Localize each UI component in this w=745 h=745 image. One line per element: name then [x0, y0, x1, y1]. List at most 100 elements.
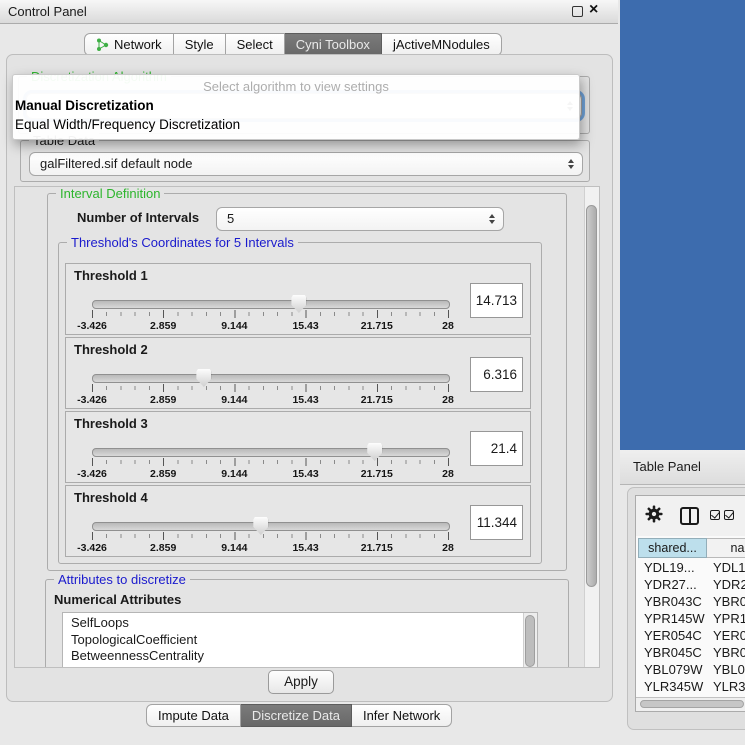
column-header-name[interactable]: na	[707, 538, 745, 558]
tick-label: 28	[442, 468, 454, 480]
group-legend: Interval Definition	[56, 186, 164, 201]
table-header-row: shared... na	[638, 538, 745, 558]
table-row[interactable]: YDL19...YDL1	[638, 559, 745, 576]
tick-label: 9.144	[221, 394, 247, 406]
attribute-list-item[interactable]: SelfLoops	[63, 615, 523, 632]
slider-scale: -3.4262.8599.14415.4321.71528	[92, 320, 448, 332]
table-data-group: Table Data galFiltered.sif default node	[20, 140, 590, 182]
panel-scrollbar[interactable]	[584, 187, 599, 667]
threshold-panel-1: Threshold 1 -3.4262.8599.14415.4321.7152…	[65, 263, 531, 335]
tab-label: Select	[237, 37, 273, 52]
table-row[interactable]: YBR043CYBR0	[638, 593, 745, 610]
attributes-to-discretize-group: Attributes to discretize Numerical Attri…	[45, 579, 569, 668]
screen: Control Panel × Network Style Select Cyn…	[0, 0, 745, 745]
tab-label: Impute Data	[158, 708, 229, 723]
number-of-intervals-combobox[interactable]: 5	[216, 207, 504, 231]
threshold-slider[interactable]	[92, 374, 450, 383]
columns-icon[interactable]	[680, 507, 699, 525]
tick-label: 28	[442, 394, 454, 406]
combobox-value: galFiltered.sif default node	[40, 153, 192, 175]
tick-label: 9.144	[221, 468, 247, 480]
tick-label: 28	[442, 320, 454, 332]
algorithm-dropdown-popup: Select algorithm to view settings Manual…	[12, 74, 580, 140]
table-row[interactable]: YPR145WYPR1	[638, 610, 745, 627]
threshold-value-field[interactable]: 21.4	[470, 431, 523, 466]
thresholds-group: Threshold's Coordinates for 5 Intervals …	[58, 242, 542, 564]
attribute-list-item[interactable]: TopologicalCoefficient	[63, 632, 523, 649]
threshold-label: Threshold 3	[74, 416, 148, 431]
apply-button[interactable]: Apply	[268, 670, 334, 694]
threshold-label: Threshold 1	[74, 268, 148, 283]
table-row[interactable]: YBR045CYBR0	[638, 644, 745, 661]
panel-scrollbar-thumb[interactable]	[586, 205, 597, 587]
tab-label: jActiveMNodules	[393, 37, 490, 52]
threshold-slider[interactable]	[92, 448, 450, 457]
tab-infer-network[interactable]: Infer Network	[352, 704, 452, 727]
attribute-list-item[interactable]: BetweennessCentrality	[63, 648, 523, 665]
float-window-icon[interactable]	[572, 6, 583, 17]
tick-label: -3.426	[77, 468, 107, 480]
top-tab-bar: Network Style Select Cyni Toolbox jActiv…	[84, 33, 502, 56]
stepper-icon	[568, 159, 574, 169]
dropdown-option-manual-discretization[interactable]: Manual Discretization	[15, 98, 154, 113]
tab-select[interactable]: Select	[226, 33, 285, 56]
tab-label: Discretize Data	[252, 708, 340, 723]
threshold-value-field[interactable]: 11.344	[470, 505, 523, 540]
tick-label: 28	[442, 542, 454, 554]
dropdown-option-equal-width-frequency[interactable]: Equal Width/Frequency Discretization	[15, 117, 240, 132]
tick-label: 15.43	[292, 394, 318, 406]
slider-major-ticks	[92, 532, 450, 540]
table-data-combobox[interactable]: galFiltered.sif default node	[29, 152, 583, 176]
tab-cyni-toolbox[interactable]: Cyni Toolbox	[285, 33, 382, 56]
tick-label: 15.43	[292, 542, 318, 554]
tab-label: Infer Network	[363, 708, 440, 723]
checkbox-icon[interactable]	[724, 510, 734, 520]
dropdown-hint: Select algorithm to view settings	[13, 79, 579, 94]
settings-scroll-panel: Interval Definition Number of Intervals …	[14, 186, 600, 668]
tick-label: 15.43	[292, 320, 318, 332]
threshold-value-field[interactable]: 6.316	[470, 357, 523, 392]
close-icon[interactable]: ×	[589, 1, 598, 19]
column-header-shared-name[interactable]: shared...	[638, 538, 707, 558]
slider-major-ticks	[92, 384, 450, 392]
list-scrollbar-thumb[interactable]	[525, 615, 535, 667]
combobox-value: 5	[227, 208, 234, 230]
threshold-label: Threshold 4	[74, 490, 148, 505]
slider-scale: -3.4262.8599.14415.4321.71528	[92, 468, 448, 480]
tick-label: -3.426	[77, 320, 107, 332]
tab-impute-data[interactable]: Impute Data	[146, 704, 241, 727]
threshold-slider[interactable]	[92, 522, 450, 531]
node-table: shared... na YDL19...YDL1YDR27...YDR2YBR…	[635, 495, 745, 712]
slider-scale: -3.4262.8599.14415.4321.71528	[92, 542, 448, 554]
table-panel-header: Table Panel	[620, 450, 745, 485]
table-h-scrollbar-thumb[interactable]	[640, 700, 744, 708]
control-panel-title: Control Panel	[8, 4, 87, 19]
table-row[interactable]: YDR27...YDR2	[638, 576, 745, 593]
tab-jactivemnodules[interactable]: jActiveMNodules	[382, 33, 502, 56]
tab-label: Style	[185, 37, 214, 52]
tick-label: 15.43	[292, 468, 318, 480]
threshold-panel-2: Threshold 2 -3.4262.8599.14415.4321.7152…	[65, 337, 531, 409]
threshold-slider[interactable]	[92, 300, 450, 309]
table-row[interactable]: YBL079WYBL0	[638, 661, 745, 678]
table-h-scrollbar[interactable]	[636, 697, 745, 711]
numerical-attributes-list: SelfLoopsTopologicalCoefficientBetweenne…	[62, 612, 538, 668]
tab-style[interactable]: Style	[174, 33, 226, 56]
tick-label: 9.144	[221, 320, 247, 332]
table-row[interactable]: YLR345WYLR3	[638, 678, 745, 695]
slider-major-ticks	[92, 458, 450, 466]
table-row[interactable]: YER054CYER0	[638, 627, 745, 644]
threshold-panel-4: Threshold 4 -3.4262.8599.14415.4321.7152…	[65, 485, 531, 557]
tick-label: 21.715	[361, 468, 393, 480]
tick-label: -3.426	[77, 542, 107, 554]
network-icon	[96, 38, 109, 52]
list-scrollbar[interactable]	[523, 613, 537, 668]
tab-discretize-data[interactable]: Discretize Data	[241, 704, 352, 727]
tick-label: 2.859	[150, 394, 176, 406]
checkbox-icon[interactable]	[710, 510, 720, 520]
gear-icon[interactable]	[645, 505, 663, 526]
tab-network[interactable]: Network	[84, 33, 174, 56]
threshold-value-field[interactable]: 14.713	[470, 283, 523, 318]
group-legend: Threshold's Coordinates for 5 Intervals	[67, 235, 298, 250]
tick-label: 21.715	[361, 542, 393, 554]
